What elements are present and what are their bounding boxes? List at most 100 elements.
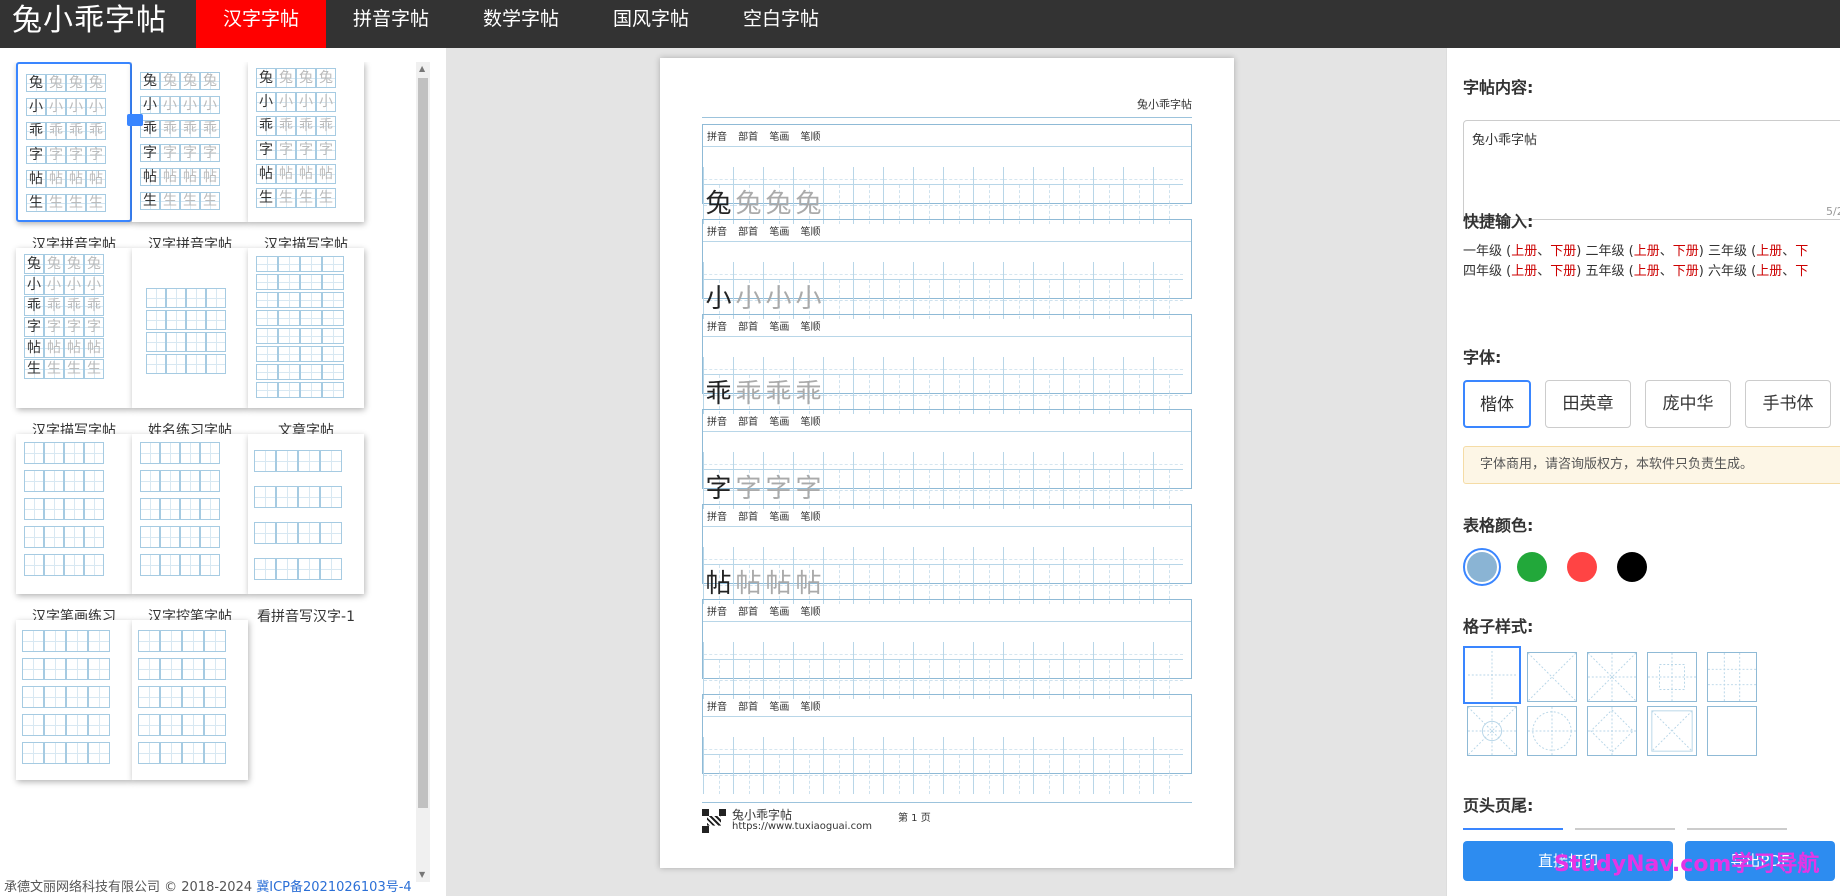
color-swatch[interactable] <box>1513 548 1551 586</box>
grid-style-option[interactable] <box>1707 706 1757 756</box>
grid-style-option[interactable] <box>1647 706 1697 756</box>
template-card[interactable] <box>122 620 258 780</box>
template-card[interactable]: 看拼音写汉字-1 <box>238 434 374 626</box>
template-thumbnail[interactable] <box>132 434 248 594</box>
font-button-tianyingzhang[interactable]: 田英章 <box>1545 380 1631 428</box>
scroll-up-icon[interactable]: ▲ <box>419 64 425 73</box>
quick-grade: 二年级 <box>1585 244 1625 259</box>
grid-cell <box>1093 357 1123 414</box>
grid-style-option[interactable] <box>1707 652 1757 702</box>
content-textarea[interactable]: 兔小乖字帖 <box>1463 120 1840 220</box>
template-thumbnail[interactable] <box>132 248 248 408</box>
quick-grade-up-link[interactable]: 上册 <box>1756 244 1782 259</box>
sidebar-scrollbar[interactable]: ▲ ▼ <box>416 62 430 882</box>
font-button-pangzhonghua[interactable]: 庞中华 <box>1645 380 1731 428</box>
grid-cell <box>1063 452 1093 509</box>
scrollbar-thumb[interactable] <box>418 78 428 808</box>
grid-cell <box>913 357 943 414</box>
grid-cell <box>1003 262 1033 319</box>
grid-cell <box>1123 737 1153 794</box>
template-thumbnail[interactable] <box>248 248 364 408</box>
scroll-down-icon[interactable]: ▼ <box>419 870 425 879</box>
font-notice: 字体商用，请咨询版权方，本软件只负责生成。 <box>1463 446 1840 484</box>
model-character: 兔 <box>705 189 732 219</box>
grid-style-option[interactable] <box>1587 706 1637 756</box>
practice-row: 拼音 部首 笔画 笔顺乖乖乖乖 <box>702 314 1192 414</box>
grid-cell <box>1123 547 1153 604</box>
template-thumbnail[interactable] <box>132 620 248 780</box>
grid-cell <box>1153 452 1183 509</box>
font-button-shoushuti[interactable]: 手书体 <box>1745 380 1831 428</box>
quick-grade-up-link[interactable]: 上册 <box>1511 264 1537 279</box>
nav-tab-math[interactable]: 数学字帖 <box>456 0 586 48</box>
grid-cell <box>883 642 913 699</box>
grid-cell <box>1063 262 1093 319</box>
header-footer-tab[interactable] <box>1463 826 1563 830</box>
quick-grade-down-link[interactable]: 下册 <box>1673 264 1699 279</box>
font-button-kaiti[interactable]: 楷体 <box>1463 380 1531 428</box>
trace-character: 兔 <box>765 189 792 219</box>
grid-cell: 帖 <box>733 547 763 604</box>
nav-tab-hanzi[interactable]: 汉字字帖 <box>196 0 326 48</box>
quick-grade: 六年级 <box>1708 264 1748 279</box>
quick-grade-down-link[interactable]: 下 <box>1795 244 1808 259</box>
color-swatch[interactable] <box>1463 548 1501 586</box>
template-thumbnail[interactable] <box>248 434 364 594</box>
grid-cell <box>883 262 913 319</box>
grid-style-label: 格子样式: <box>1463 617 1534 636</box>
quick-grade: 四年级 <box>1463 264 1503 279</box>
grid-cell: 字 <box>703 452 733 509</box>
grid-cell: 帖 <box>703 547 733 604</box>
header-footer-tab[interactable] <box>1575 826 1675 830</box>
header-footer-tab[interactable] <box>1687 826 1787 830</box>
template-thumbnail[interactable]: 兔兔兔兔小小小小乖乖乖乖字字字字帖帖帖帖生生生生 <box>16 248 132 408</box>
quick-grade-down-link[interactable]: 下册 <box>1673 244 1699 259</box>
template-card[interactable]: 兔兔兔兔小小小小乖乖乖乖字字字字帖帖帖帖生生生生 汉字描写字帖 <box>238 62 374 254</box>
grid-cell <box>733 737 763 794</box>
grid-style-option[interactable] <box>1527 706 1577 756</box>
grid-cell <box>1153 642 1183 699</box>
row-label: 拼音 部首 笔画 笔顺 <box>707 607 821 618</box>
grid-style-option[interactable] <box>1527 652 1577 702</box>
grid-cell <box>913 642 943 699</box>
quick-grade-up-link[interactable]: 上册 <box>1634 244 1660 259</box>
quick-grade: 五年级 <box>1585 264 1625 279</box>
grid-cell <box>973 737 1003 794</box>
trace-character: 帖 <box>735 569 762 599</box>
nav-tab-guofeng[interactable]: 国风字帖 <box>586 0 716 48</box>
grid-cell <box>973 262 1003 319</box>
template-thumbnail[interactable]: 兔兔兔兔小小小小乖乖乖乖字字字字帖帖帖帖生生生生 <box>132 62 248 222</box>
row-label: 拼音 部首 笔画 笔顺 <box>707 702 821 713</box>
grid-cell: 字 <box>793 452 823 509</box>
template-thumbnail[interactable] <box>16 620 132 780</box>
color-label: 表格颜色: <box>1463 516 1534 535</box>
grid-style-option[interactable] <box>1647 652 1697 702</box>
app-logo[interactable]: 兔小乖字帖 <box>0 0 196 48</box>
template-thumbnail[interactable]: 兔兔兔兔小小小小乖乖乖乖字字字字帖帖帖帖生生生生 <box>248 62 364 222</box>
nav-tab-pinyin[interactable]: 拼音字帖 <box>326 0 456 48</box>
color-swatch[interactable] <box>1563 548 1601 586</box>
quick-grade-down-link[interactable]: 下册 <box>1550 264 1576 279</box>
grid-style-option[interactable] <box>1463 646 1521 704</box>
grid-cell: 小 <box>703 262 733 319</box>
footer-icp-link[interactable]: 冀ICP备2021026103号-4 <box>256 880 411 895</box>
template-thumbnail[interactable]: 兔兔兔兔小小小小乖乖乖乖字字字字帖帖帖帖生生生生 <box>16 62 132 222</box>
quick-grade-down-link[interactable]: 下 <box>1795 264 1808 279</box>
quick-grade-up-link[interactable]: 上册 <box>1511 244 1537 259</box>
template-card[interactable]: 文章字帖 <box>238 248 374 440</box>
nav-tab-blank[interactable]: 空白字帖 <box>716 0 846 48</box>
grid-style-option[interactable] <box>1587 652 1637 702</box>
grid-cell <box>823 167 853 224</box>
model-character: 乖 <box>705 379 732 409</box>
grid-cell <box>1063 737 1093 794</box>
color-swatch[interactable] <box>1613 548 1651 586</box>
quick-grade-down-link[interactable]: 下册 <box>1550 244 1576 259</box>
template-thumbnail[interactable] <box>16 434 132 594</box>
quick-grade-up-link[interactable]: 上册 <box>1756 264 1782 279</box>
template-name: 看拼音写汉字-1 <box>257 609 355 625</box>
quick-grade-up-link[interactable]: 上册 <box>1634 264 1660 279</box>
grid-cell <box>943 167 973 224</box>
grid-style-option[interactable] <box>1467 706 1517 756</box>
header-footer-label: 页头页尾: <box>1463 796 1534 815</box>
grid-cell <box>883 452 913 509</box>
